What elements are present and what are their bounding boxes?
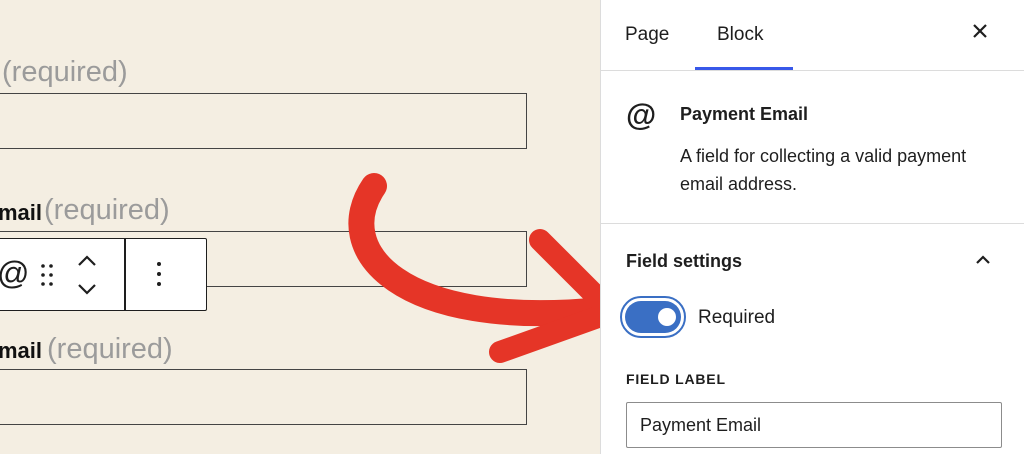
annotation-arrow — [348, 173, 623, 363]
settings-sidebar: Page Block @ Payment Email A field for c… — [600, 0, 1024, 454]
block-description: A field for collecting a valid payment e… — [680, 146, 967, 194]
tab-page[interactable]: Page — [625, 24, 669, 46]
field-label-input[interactable] — [626, 402, 1002, 448]
block-card: @ Payment Email A field for collecting a… — [601, 71, 1024, 224]
required-toggle-label[interactable]: Required — [698, 307, 775, 329]
field-label-heading: FIELD LABEL — [626, 371, 726, 387]
toggle-track — [625, 301, 681, 333]
block-title: Payment Email — [680, 104, 809, 124]
chevron-up-icon[interactable] — [973, 250, 993, 270]
sidebar-tabs: Page Block — [601, 0, 1024, 71]
at-sign-icon: @ — [626, 97, 657, 132]
field-settings-title[interactable]: Field settings — [626, 251, 742, 272]
close-icon[interactable] — [971, 22, 989, 40]
active-tab-indicator — [695, 67, 793, 70]
tab-block[interactable]: Block — [717, 24, 763, 46]
required-toggle[interactable] — [620, 296, 686, 338]
toggle-knob — [658, 308, 676, 326]
